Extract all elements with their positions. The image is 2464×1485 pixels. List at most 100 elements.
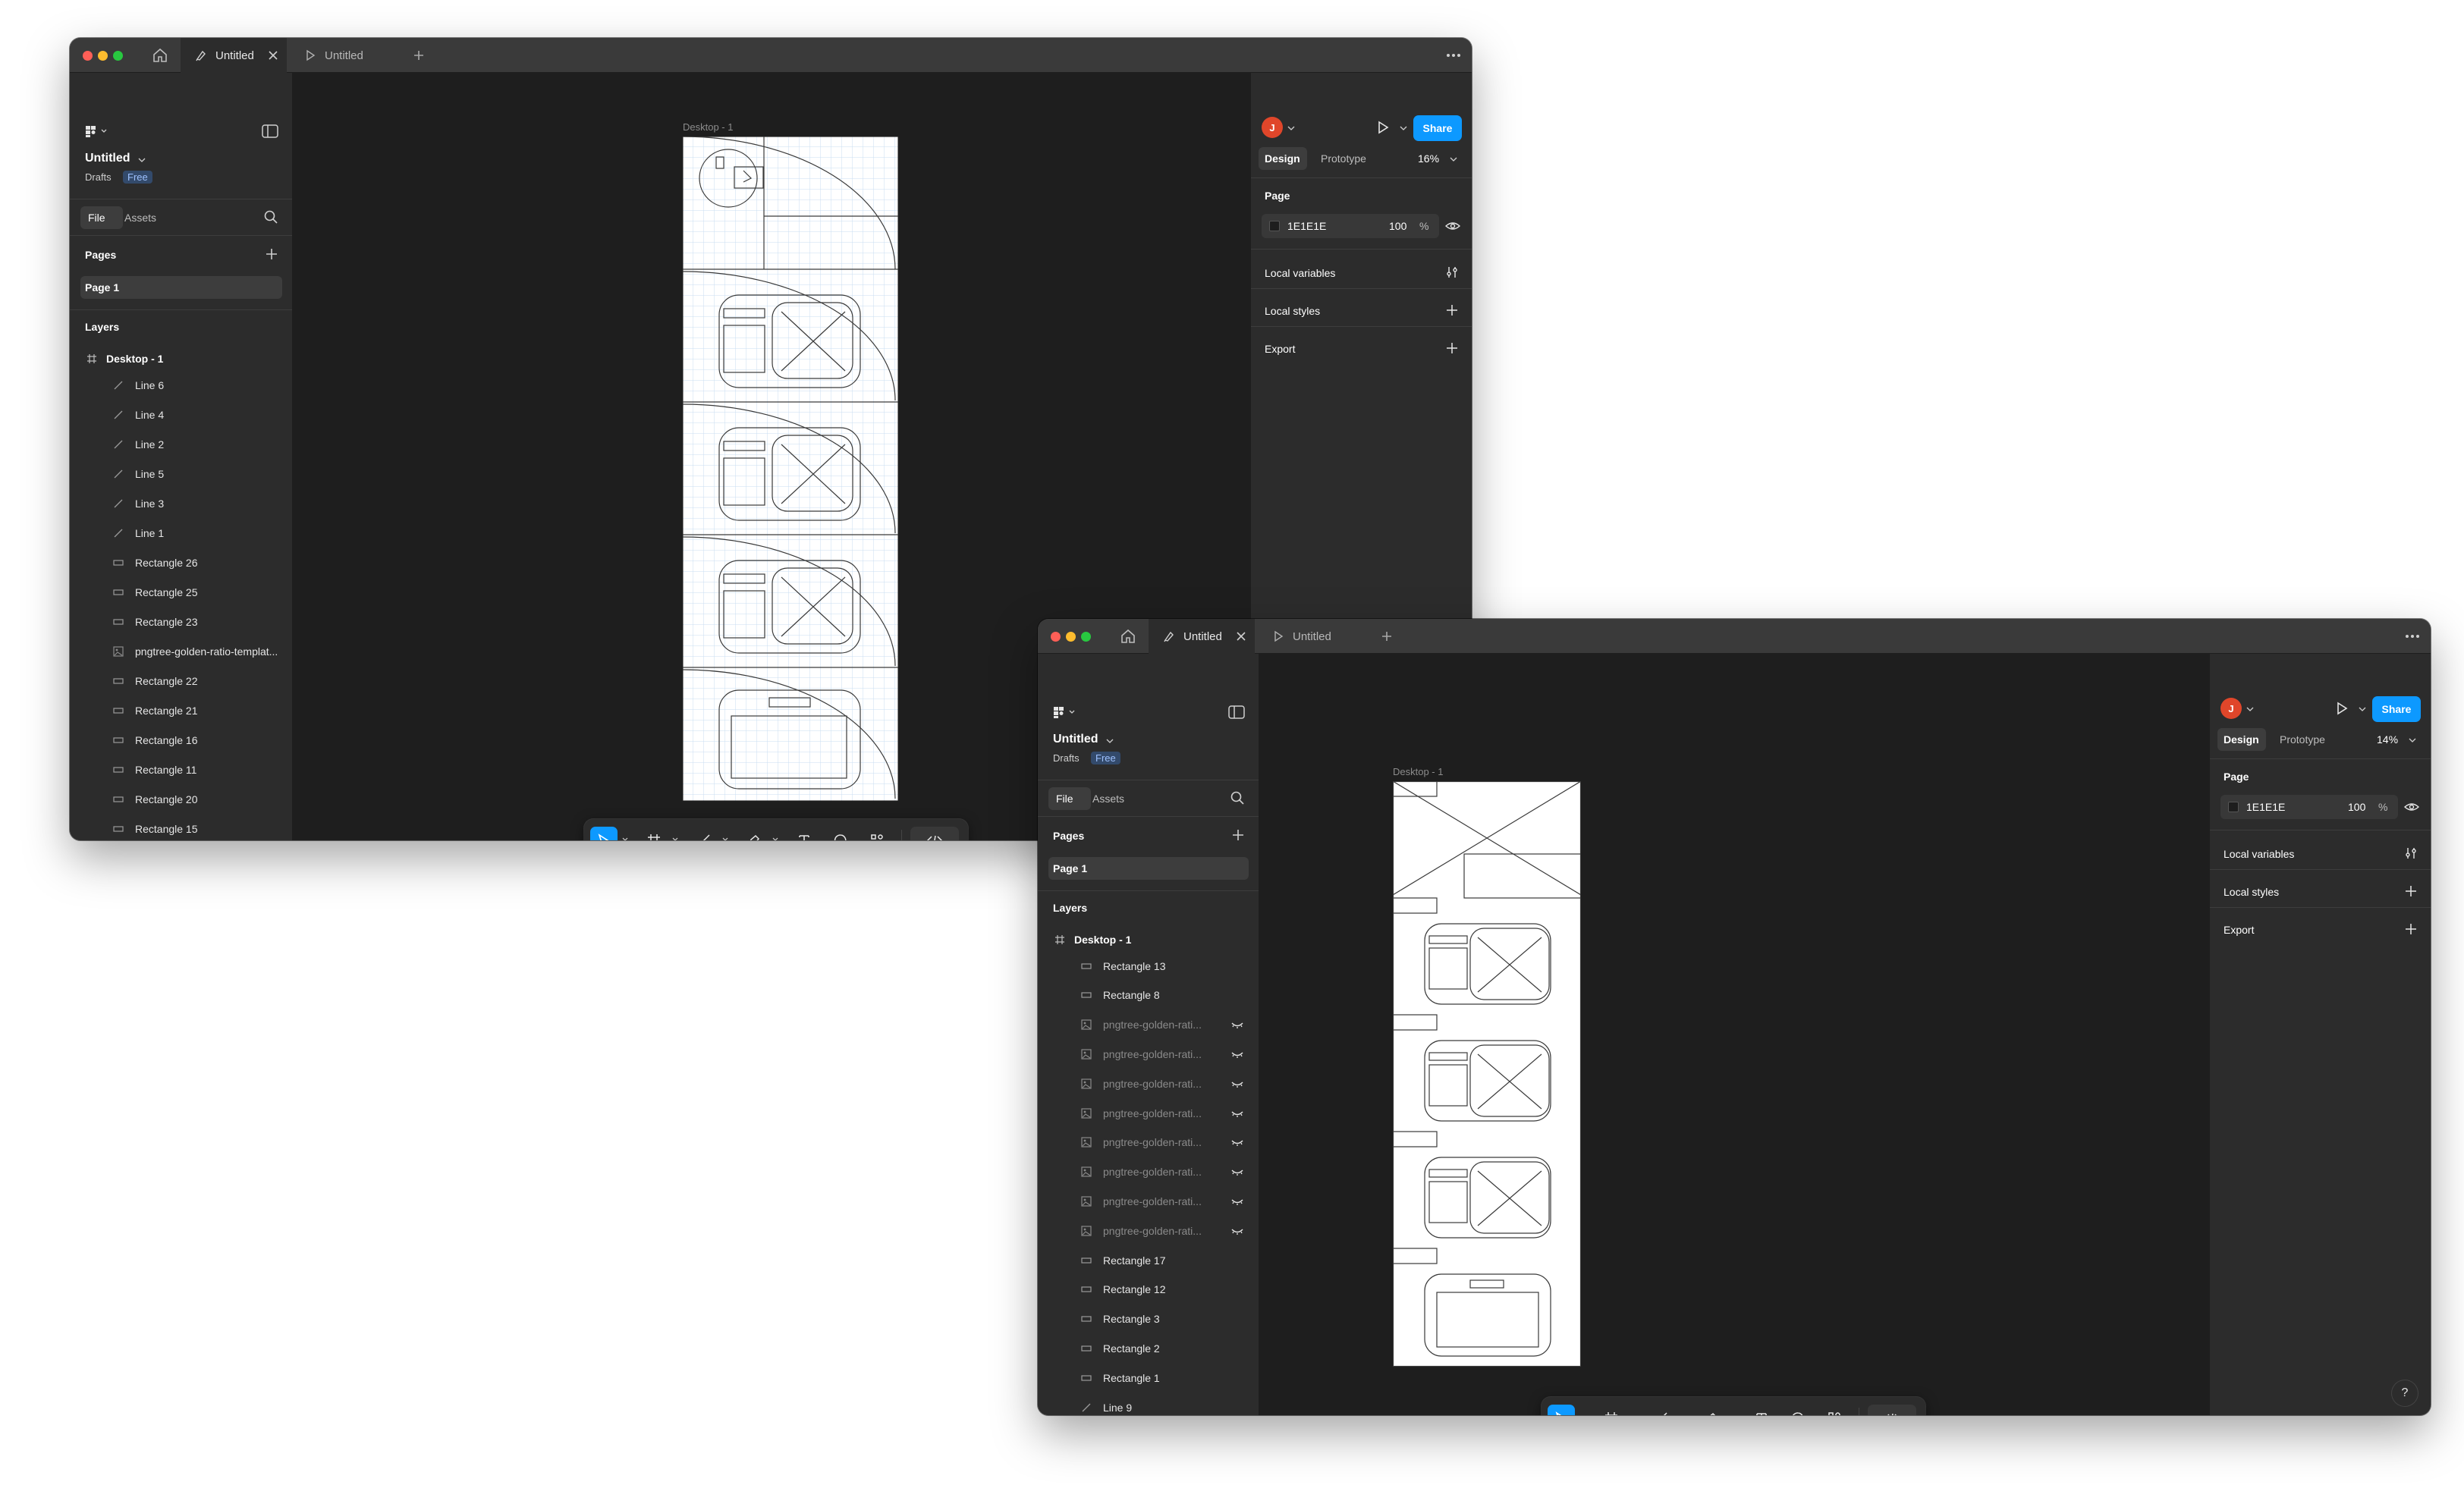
tab-design[interactable]: Design (2224, 733, 2259, 746)
page-opacity[interactable]: 100 (1389, 220, 1406, 232)
desktop-frame[interactable] (1393, 781, 1581, 1367)
zoom-level[interactable]: 14% (2377, 733, 2398, 746)
sidebar-toggle-icon[interactable] (262, 124, 278, 138)
layer-item[interactable]: Rectangle 17 (1038, 1245, 1259, 1275)
chevron-down-icon[interactable] (772, 837, 778, 840)
chevron-down-icon[interactable] (138, 158, 146, 162)
chevron-down-icon[interactable] (2246, 707, 2254, 711)
new-tab-icon[interactable] (411, 48, 426, 63)
hidden-eye-icon[interactable] (1230, 1137, 1244, 1148)
export-label[interactable]: Export (2224, 924, 2254, 936)
add-style-icon[interactable] (2404, 884, 2418, 898)
layer-item[interactable]: Line 4 (70, 400, 292, 429)
layer-item[interactable]: Rectangle 2 (1038, 1333, 1259, 1363)
pen-tool[interactable] (1698, 1405, 1725, 1415)
actions-tool[interactable] (1821, 1405, 1848, 1415)
close-window-button[interactable] (1051, 632, 1061, 642)
share-button[interactable]: Share (1413, 115, 1462, 141)
color-swatch[interactable] (1269, 221, 1280, 231)
layer-item[interactable]: Rectangle 26 (70, 548, 292, 577)
home-icon[interactable] (152, 47, 168, 64)
comment-tool[interactable] (827, 827, 854, 840)
zoom-window-button[interactable] (113, 51, 123, 61)
eye-icon[interactable] (2404, 801, 2419, 813)
layer-item[interactable]: Rectangle 8 (1038, 981, 1259, 1010)
desktop-frame[interactable] (683, 137, 898, 801)
variables-settings-icon[interactable] (1445, 265, 1459, 279)
page-item-page-1[interactable]: Page 1 (85, 281, 119, 294)
add-export-icon[interactable] (1445, 341, 1459, 355)
avatar[interactable]: J (2220, 698, 2242, 719)
frame-tool[interactable] (640, 827, 668, 840)
layer-item[interactable]: Rectangle 12 (1038, 1275, 1259, 1304)
hidden-eye-icon[interactable] (1230, 1108, 1244, 1119)
layer-item[interactable]: pngtree-golden-rati... (1038, 1128, 1259, 1157)
chevron-down-icon[interactable] (2359, 707, 2366, 711)
layer-frame-desktop-1[interactable]: Desktop - 1 (1074, 934, 1131, 946)
sidebar-toggle-icon[interactable] (1228, 705, 1245, 719)
tab-prototype[interactable]: Prototype (1321, 152, 1366, 165)
tab-file[interactable]: File (1056, 793, 1073, 805)
hidden-eye-icon[interactable] (1230, 1078, 1244, 1089)
hidden-eye-icon[interactable] (1230, 1019, 1244, 1030)
comment-tool[interactable] (1784, 1405, 1812, 1415)
page-color-hex[interactable]: 1E1E1E (2246, 801, 2285, 813)
layer-item[interactable]: Rectangle 21 (70, 695, 292, 725)
frame-tool[interactable] (1598, 1405, 1625, 1415)
layer-item[interactable]: Line 3 (70, 488, 292, 518)
tab-untitled-prototype[interactable]: Untitled (290, 38, 396, 73)
export-label[interactable]: Export (1265, 343, 1295, 355)
layer-item[interactable]: pngtree-golden-rati... (1038, 1098, 1259, 1128)
layer-item[interactable]: Rectangle 11 (70, 755, 292, 784)
local-styles-label[interactable]: Local styles (2224, 886, 2279, 898)
layer-item[interactable]: pngtree-golden-rati... (1038, 1186, 1259, 1216)
more-options-icon[interactable] (1444, 49, 1463, 62)
zoom-window-button[interactable] (1081, 632, 1091, 642)
layer-item[interactable]: pngtree-golden-rati... (1038, 1010, 1259, 1040)
figma-menu-icon[interactable] (85, 124, 111, 138)
home-icon[interactable] (1120, 628, 1136, 645)
frame-label[interactable]: Desktop - 1 (683, 121, 733, 133)
add-style-icon[interactable] (1445, 303, 1459, 317)
tab-prototype[interactable]: Prototype (2280, 733, 2325, 746)
page-item-page-1[interactable]: Page 1 (1053, 862, 1087, 874)
file-location[interactable]: Drafts (85, 171, 112, 183)
line-tool[interactable] (1648, 1405, 1675, 1415)
chevron-down-icon[interactable] (672, 837, 678, 840)
frame-label[interactable]: Desktop - 1 (1393, 766, 1443, 777)
tab-untitled-prototype[interactable]: Untitled (1258, 619, 1364, 654)
minimize-window-button[interactable] (98, 51, 108, 61)
zoom-level[interactable]: 16% (1418, 152, 1439, 165)
close-tab-icon[interactable] (267, 49, 279, 61)
tab-design[interactable]: Design (1265, 152, 1300, 165)
present-play-icon[interactable] (2334, 701, 2349, 716)
more-options-icon[interactable] (2403, 629, 2422, 643)
tab-file[interactable]: File (88, 212, 105, 224)
layer-item[interactable]: Rectangle 15 (70, 814, 292, 840)
tab-assets[interactable]: Assets (1092, 793, 1124, 805)
move-tool[interactable] (590, 827, 618, 840)
help-button[interactable]: ? (2392, 1380, 2418, 1406)
text-tool[interactable] (790, 827, 818, 840)
move-tool[interactable] (1548, 1405, 1575, 1415)
hidden-eye-icon[interactable] (1230, 1049, 1244, 1060)
layer-item[interactable]: Rectangle 20 (70, 784, 292, 814)
chevron-down-icon[interactable] (2409, 738, 2416, 742)
close-tab-icon[interactable] (1235, 630, 1247, 642)
actions-tool[interactable] (863, 827, 891, 840)
layer-item[interactable]: Line 2 (70, 429, 292, 459)
chevron-down-icon[interactable] (722, 837, 728, 840)
chevron-down-icon[interactable] (1106, 739, 1114, 743)
layer-item[interactable]: Line 1 (70, 518, 292, 548)
chevron-down-icon[interactable] (1400, 126, 1407, 130)
add-page-icon[interactable] (1231, 828, 1245, 842)
file-name[interactable]: Untitled (1053, 733, 1098, 746)
share-button[interactable]: Share (2372, 696, 2421, 722)
layer-item[interactable]: pngtree-golden-rati... (1038, 1157, 1259, 1187)
layer-item[interactable]: Line 5 (70, 459, 292, 488)
hidden-eye-icon[interactable] (1230, 1166, 1244, 1177)
chevron-down-icon[interactable] (622, 837, 628, 840)
close-window-button[interactable] (83, 51, 93, 61)
color-swatch[interactable] (2228, 802, 2239, 812)
tab-untitled-design[interactable]: Untitled (1149, 619, 1255, 654)
